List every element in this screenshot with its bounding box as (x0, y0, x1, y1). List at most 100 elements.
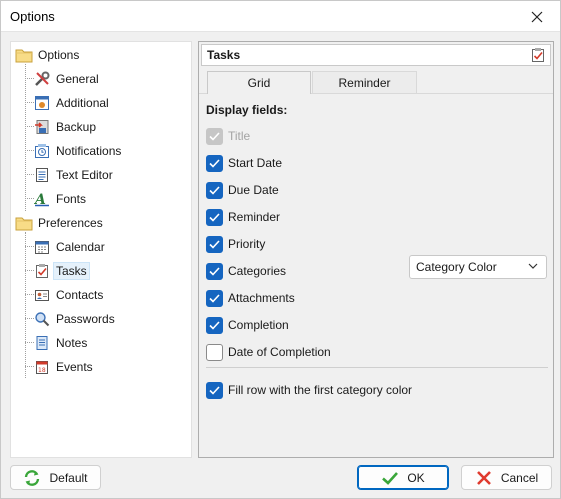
checkbox[interactable] (206, 235, 223, 253)
checkbox[interactable] (206, 316, 223, 334)
tools-icon (33, 70, 51, 88)
checkbox[interactable] (206, 262, 223, 280)
checkbox-label: Priority (228, 237, 266, 251)
checkbox-label: Start Date (228, 156, 283, 170)
tree-item-notes[interactable]: Notes (33, 332, 87, 354)
title-bar: Options (1, 1, 560, 32)
ok-button-label: OK (407, 470, 425, 485)
checkbox[interactable] (206, 289, 223, 307)
tasks-icon (530, 47, 546, 63)
close-icon (531, 11, 543, 22)
tree-item-label: Tasks (53, 262, 90, 280)
tree-item-tasks[interactable]: Tasks (33, 260, 90, 282)
folder-icon (15, 46, 33, 64)
checkbox-label: Reminder (228, 210, 281, 224)
tree-item-label: Additional (56, 96, 109, 110)
tree-group-options[interactable]: Options (15, 44, 79, 66)
refresh-icon (23, 469, 41, 487)
checkbox[interactable] (206, 154, 223, 172)
tree-item-contacts[interactable]: Contacts (33, 284, 103, 306)
fill-row-checkbox[interactable]: Fill row with the first category color (206, 381, 412, 399)
field-categories-checkbox[interactable]: Categories (206, 262, 286, 280)
cancel-button-label: Cancel (500, 470, 539, 485)
ok-button[interactable]: OK (357, 465, 449, 490)
tree-item-calendar[interactable]: Calendar (33, 236, 105, 258)
field-date-of-completion-checkbox[interactable]: Date of Completion (206, 343, 331, 361)
events-icon: 18 (33, 358, 51, 376)
tree-item-text-editor[interactable]: Text Editor (33, 164, 113, 186)
tree-item-label: Fonts (56, 192, 87, 206)
passwords-icon (33, 310, 51, 328)
cancel-x-icon (475, 469, 493, 487)
svg-text:18: 18 (38, 367, 46, 374)
tree-item-label: Contacts (56, 288, 104, 302)
checkmark-icon (381, 469, 399, 487)
default-button-label: Default (49, 470, 88, 485)
tree-item-events[interactable]: 18 Events (33, 356, 93, 378)
tree-item-label: Text Editor (56, 168, 113, 182)
tab-label: Reminder (338, 75, 391, 90)
field-attachments-checkbox[interactable]: Attachments (206, 289, 295, 307)
tree-group-label: Preferences (38, 216, 103, 230)
category-display-select[interactable]: Category Color (409, 255, 547, 279)
checkbox-label: Due Date (228, 183, 279, 197)
fonts-icon: A (33, 190, 51, 208)
tree-item-label: Notes (56, 336, 88, 350)
field-priority-checkbox[interactable]: Priority (206, 235, 265, 253)
checkbox-label: Attachments (228, 291, 295, 305)
checkbox-label: Fill row with the first category color (228, 383, 413, 397)
tree-item-label: Calendar (56, 240, 105, 254)
panel-header: Tasks (201, 44, 551, 66)
close-button[interactable] (514, 1, 560, 32)
tree-item-passwords[interactable]: Passwords (33, 308, 115, 330)
tab-reminder[interactable]: Reminder (312, 71, 417, 93)
tree-item-backup[interactable]: Backup (33, 116, 96, 138)
field-title-checkbox[interactable]: Title (206, 127, 250, 145)
tab-grid[interactable]: Grid (207, 71, 311, 94)
tasks-icon (33, 262, 51, 280)
display-fields-label: Display fields: (206, 103, 288, 117)
field-reminder-checkbox[interactable]: Reminder (206, 208, 280, 226)
text-editor-icon (33, 166, 51, 184)
tree-group-label: Options (38, 48, 80, 62)
tree-group-preferences[interactable]: Preferences (15, 212, 103, 234)
window-title: Options (10, 9, 55, 24)
checkbox-label: Completion (228, 318, 289, 332)
tree-item-additional[interactable]: Additional (33, 92, 109, 114)
tree-item-fonts[interactable]: A Fonts (33, 188, 86, 210)
contacts-icon (33, 286, 51, 304)
calendar-icon (33, 238, 51, 256)
backup-icon (33, 118, 51, 136)
checkbox[interactable] (206, 343, 223, 361)
notifications-icon (33, 142, 51, 160)
tree-item-notifications[interactable]: Notifications (33, 140, 121, 162)
checkbox[interactable] (206, 127, 223, 145)
options-tree: Options General Additional Backup Notifi… (10, 41, 192, 458)
tree-item-general[interactable]: General (33, 68, 99, 90)
folder-icon (15, 214, 33, 232)
field-completion-checkbox[interactable]: Completion (206, 316, 289, 334)
tree-item-label: Backup (56, 120, 97, 134)
panel-title: Tasks (207, 48, 241, 62)
options-window: Options Options General Additional Backu… (0, 0, 561, 499)
checkbox-label: Categories (228, 264, 287, 278)
checkbox-label: Title (228, 129, 251, 143)
field-start-date-checkbox[interactable]: Start Date (206, 154, 282, 172)
tasks-panel: Tasks Grid Reminder Display fields: Titl… (198, 41, 554, 458)
select-value: Category Color (416, 260, 497, 274)
default-button[interactable]: Default (10, 465, 101, 490)
tree-item-label: Events (56, 360, 93, 374)
cancel-button[interactable]: Cancel (461, 465, 552, 490)
checkbox-label: Date of Completion (228, 345, 331, 359)
tab-label: Grid (247, 76, 271, 90)
settings-window-icon (33, 94, 51, 112)
tree-item-label: Notifications (56, 144, 122, 158)
checkbox[interactable] (206, 181, 223, 199)
field-due-date-checkbox[interactable]: Due Date (206, 181, 279, 199)
chevron-down-icon (528, 263, 538, 269)
tree-item-label: Passwords (56, 312, 115, 326)
notes-icon (33, 334, 51, 352)
checkbox[interactable] (206, 381, 223, 399)
checkbox[interactable] (206, 208, 223, 226)
tree-item-label: General (56, 72, 99, 86)
